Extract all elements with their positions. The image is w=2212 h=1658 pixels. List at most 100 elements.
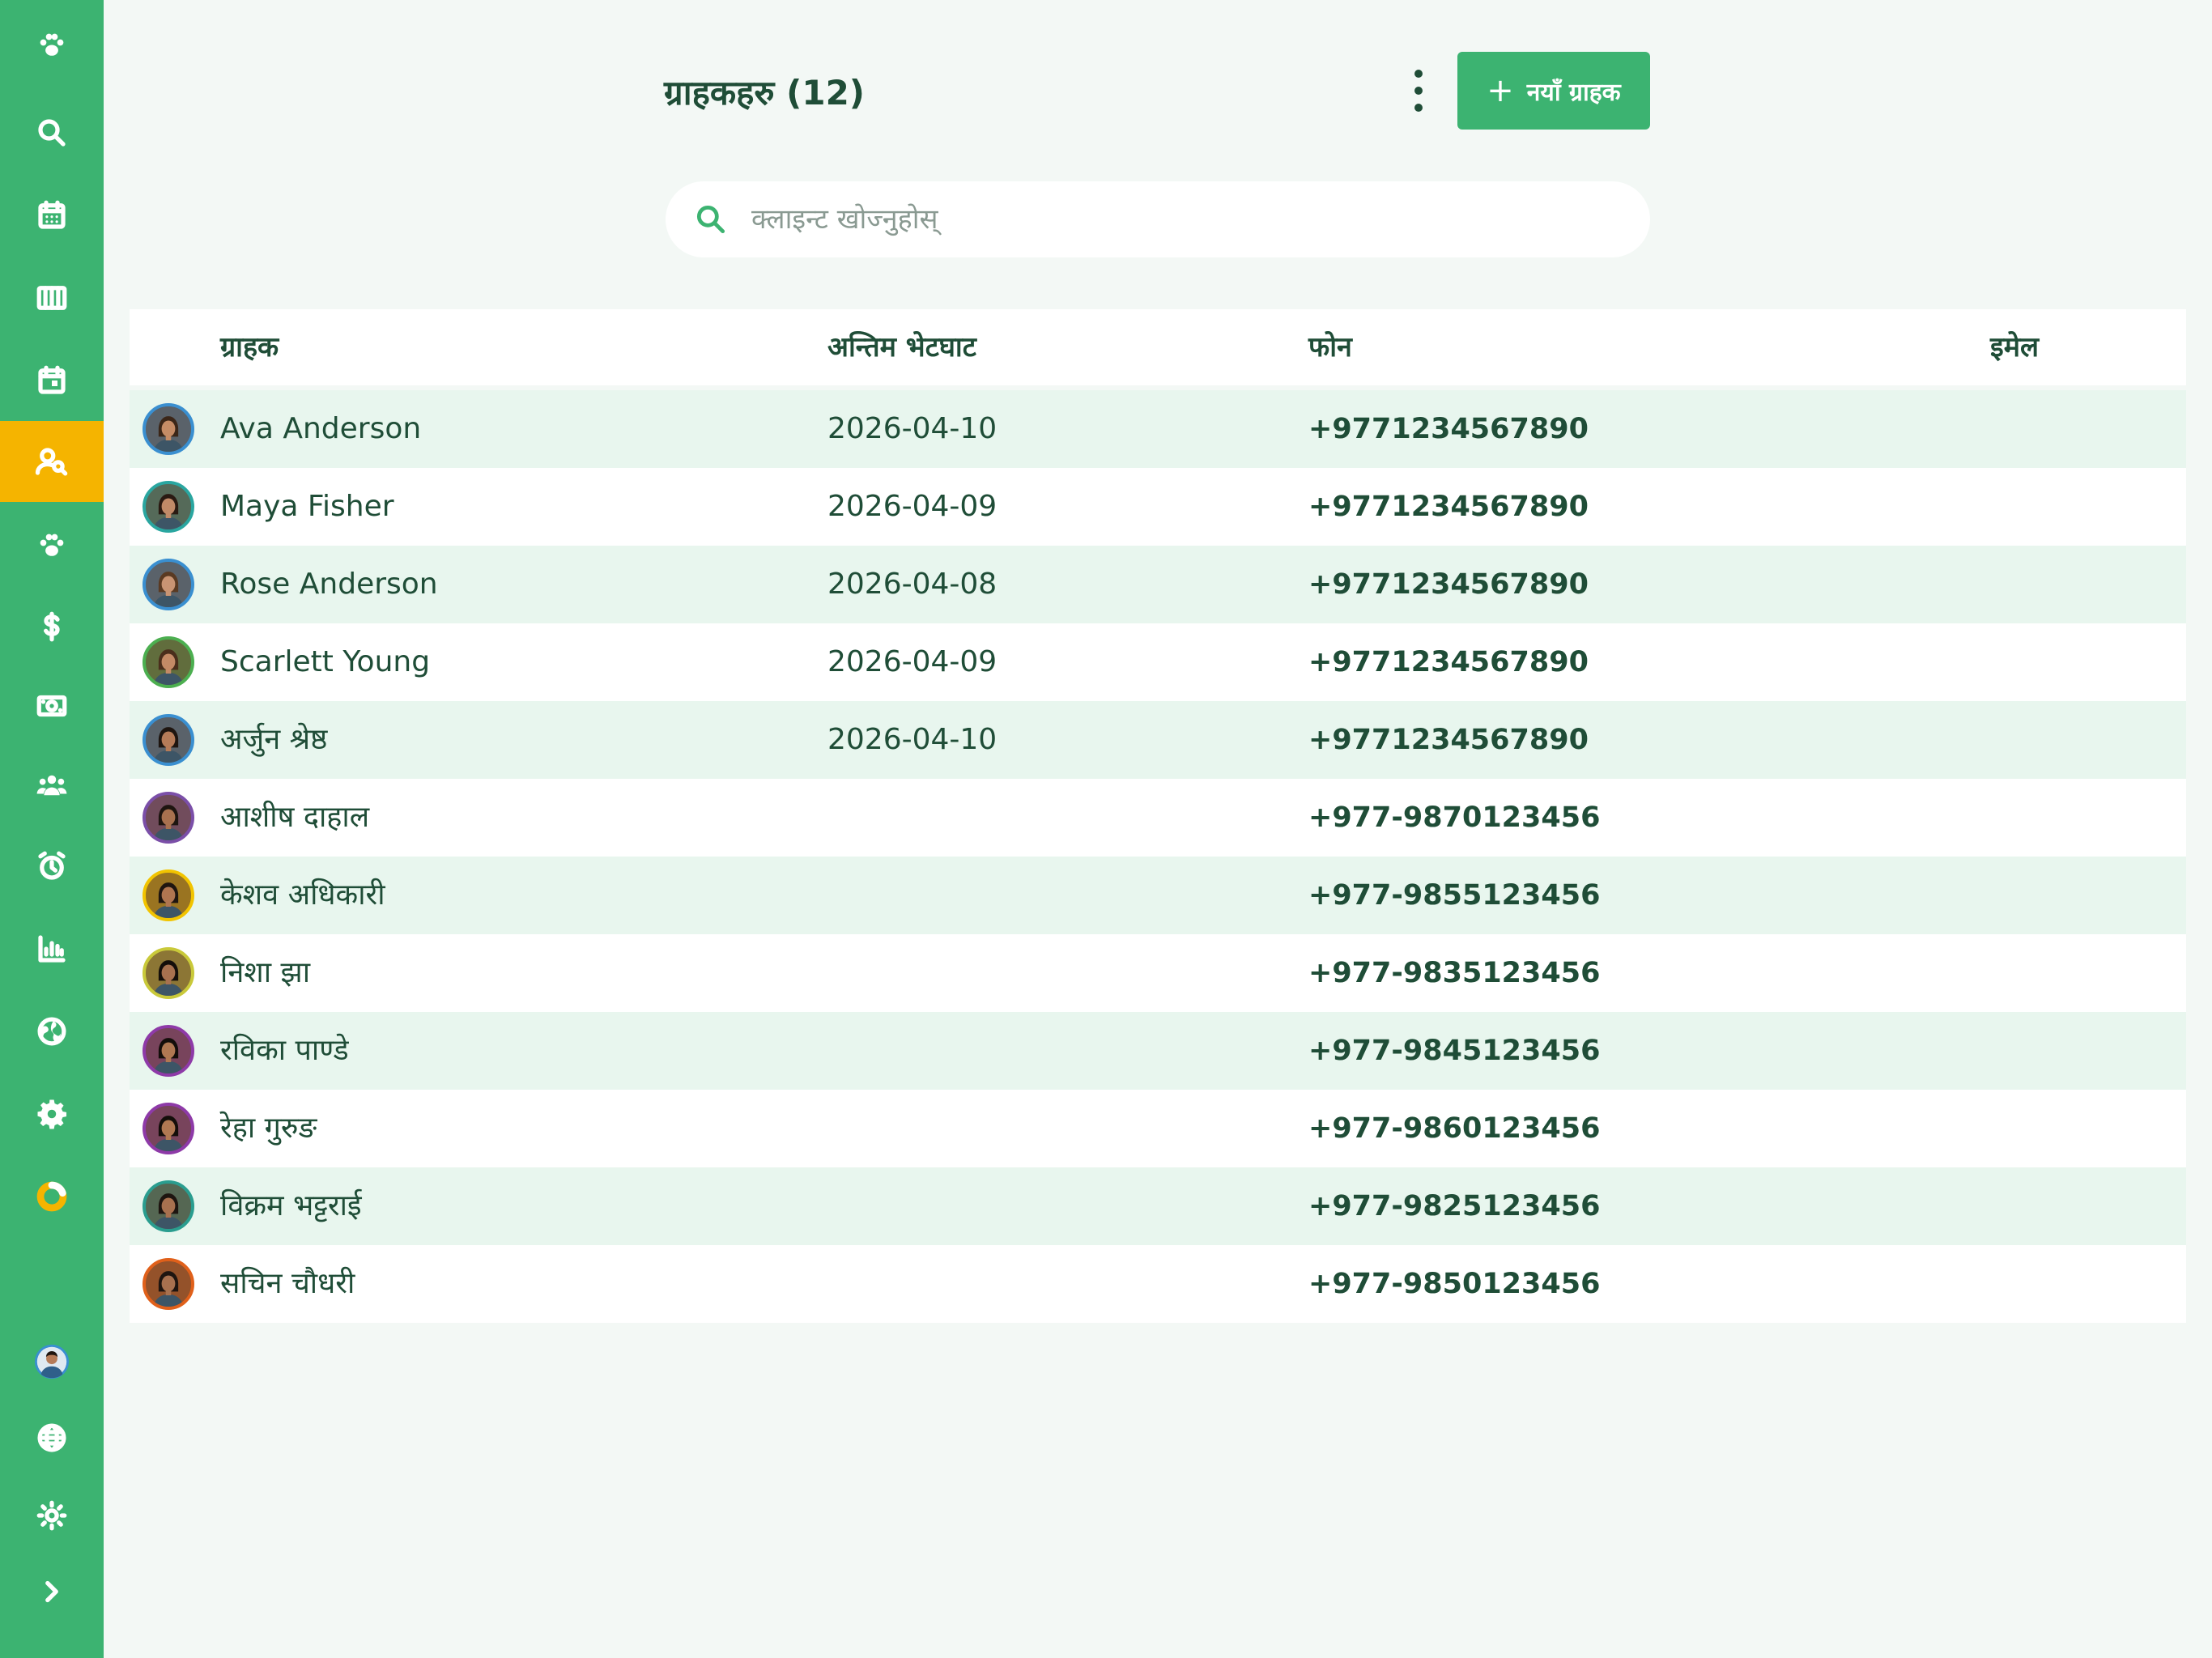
cash-icon <box>36 695 67 717</box>
table-row[interactable]: रविका पाण्डे +977-9845123456 <box>130 1012 2186 1090</box>
client-avatar <box>143 947 194 999</box>
client-avatar <box>143 559 194 610</box>
client-search-input[interactable] <box>750 202 1603 236</box>
client-avatar <box>143 1258 194 1310</box>
new-client-button[interactable]: + नयाँ ग्राहक <box>1457 52 1650 130</box>
sidebar-item-staff[interactable] <box>0 745 104 826</box>
column-header-phone[interactable]: फोन <box>1308 309 1352 385</box>
sidebar-item-clients[interactable] <box>0 421 104 502</box>
page-title: ग्राहकहरु (12) <box>664 73 866 113</box>
column-header-email[interactable]: इमेल <box>1990 309 2039 385</box>
sidebar-item-payments[interactable] <box>0 665 104 746</box>
sidebar-item-settings[interactable] <box>0 1073 104 1154</box>
table-row[interactable]: विक्रम भट्टराई +977-9825123456 <box>130 1167 2186 1245</box>
client-name: केशव अधिकारी <box>220 878 385 912</box>
client-avatar <box>143 869 194 921</box>
client-name: रेहा गुरुङ <box>220 1112 317 1145</box>
table-body: Ava Anderson 2026-04-10 +9771234567890 Maya… <box>130 390 2186 1323</box>
client-phone: +9771234567890 <box>1308 413 1589 445</box>
column-header-client[interactable]: ग्राहक <box>220 309 279 385</box>
sidebar-item-appointments[interactable] <box>0 340 104 421</box>
client-name: Maya Fisher <box>220 490 394 523</box>
client-phone: +977-9825123456 <box>1308 1190 1601 1222</box>
sidebar-user-avatar[interactable] <box>0 1321 104 1402</box>
sidebar-expand[interactable] <box>0 1551 104 1632</box>
last-visit-date: 2026-04-10 <box>827 723 998 756</box>
client-phone: +9771234567890 <box>1308 491 1589 523</box>
client-phone: +9771234567890 <box>1308 646 1589 678</box>
calendar-event-icon <box>38 365 66 394</box>
columns-icon <box>36 286 67 310</box>
client-avatar <box>143 1025 194 1077</box>
sidebar-item-board[interactable] <box>0 257 104 338</box>
table-row[interactable]: केशव अधिकारी +977-9855123456 <box>130 857 2186 934</box>
more-options-button[interactable] <box>1401 70 1436 112</box>
last-visit-date: 2026-04-10 <box>827 412 998 445</box>
last-visit-date: 2026-04-09 <box>827 490 998 523</box>
sidebar-item-website[interactable] <box>0 991 104 1072</box>
client-name: निशा झा <box>220 956 311 989</box>
last-visit-date: 2026-04-08 <box>827 568 998 601</box>
sidebar-item-reminders[interactable] <box>0 826 104 907</box>
language-globe-icon <box>37 1423 66 1452</box>
search-icon <box>38 119 66 147</box>
globe-icon <box>37 1017 66 1046</box>
calendar-grid-icon <box>38 200 66 229</box>
kebab-dot <box>1414 104 1423 112</box>
client-phone: +9771234567890 <box>1308 724 1589 756</box>
kebab-dot <box>1414 87 1423 95</box>
sidebar-item-search[interactable] <box>0 92 104 173</box>
dollar-icon <box>44 611 60 642</box>
table-row[interactable]: Rose Anderson 2026-04-08 +9771234567890 <box>130 546 2186 623</box>
client-avatar <box>143 636 194 688</box>
client-search-icon <box>35 448 68 476</box>
client-avatar <box>143 481 194 533</box>
client-name: आशीष दाहाल <box>220 801 370 834</box>
sidebar-language[interactable] <box>0 1397 104 1478</box>
sidebar-item-calendar[interactable] <box>0 175 104 256</box>
client-name: Scarlett Young <box>220 645 431 678</box>
group-icon <box>36 775 67 796</box>
search-icon <box>696 205 725 234</box>
alarm-clock-icon <box>38 851 66 880</box>
sidebar-item-pets[interactable] <box>0 505 104 586</box>
table-row[interactable]: निशा झा +977-9835123456 <box>130 934 2186 1012</box>
kebab-menu-icon <box>1414 70 1423 78</box>
client-search-bar[interactable] <box>666 181 1650 257</box>
sidebar-item-pets-home[interactable] <box>0 5 104 86</box>
client-phone: +977-9860123456 <box>1308 1112 1601 1145</box>
table-row[interactable]: Ava Anderson 2026-04-10 +9771234567890 <box>130 390 2186 468</box>
last-visit-date: 2026-04-09 <box>827 645 998 678</box>
user-avatar-icon <box>34 1344 70 1380</box>
table-row[interactable]: Maya Fisher 2026-04-09 +9771234567890 <box>130 468 2186 546</box>
table-header: ग्राहक अन्तिम भेटघाट फोन इमेल <box>130 309 2186 390</box>
paw-icon <box>40 534 64 556</box>
new-client-label: नयाँ ग्राहक <box>1526 78 1621 107</box>
table-row[interactable]: सचिन चौधरी +977-9850123456 <box>130 1245 2186 1323</box>
chevron-right-icon <box>45 1580 58 1603</box>
plus-icon: + <box>1487 72 1514 109</box>
sidebar-item-progress[interactable] <box>0 1156 104 1237</box>
client-name: अर्जुन श्रेष्ठ <box>220 723 328 756</box>
table-row[interactable]: Scarlett Young 2026-04-09 +9771234567890 <box>130 623 2186 701</box>
column-header-last-visit[interactable]: अन्तिम भेटघाट <box>827 309 976 385</box>
table-row[interactable]: अर्जुन श्रेष्ठ 2026-04-10 +9771234567890 <box>130 701 2186 779</box>
client-avatar <box>143 792 194 844</box>
client-phone: +977-9855123456 <box>1308 879 1601 912</box>
client-avatar <box>143 714 194 766</box>
client-name: रविका पाण्डे <box>220 1034 349 1067</box>
sidebar-theme-toggle[interactable] <box>0 1475 104 1556</box>
bar-chart-icon <box>38 935 66 963</box>
sidebar-item-reports[interactable] <box>0 908 104 989</box>
paw-icon <box>40 33 64 56</box>
table-row[interactable]: रेहा गुरुङ +977-9860123456 <box>130 1090 2186 1167</box>
client-name: विक्रम भट्टराई <box>220 1189 362 1222</box>
sidebar <box>0 0 104 1658</box>
client-phone: +977-9850123456 <box>1308 1268 1601 1300</box>
client-avatar <box>143 1103 194 1154</box>
client-phone: +977-9845123456 <box>1308 1035 1601 1067</box>
client-avatar <box>143 1180 194 1232</box>
brightness-icon <box>36 1500 67 1531</box>
sidebar-item-billing[interactable] <box>0 586 104 667</box>
table-row[interactable]: आशीष दाहाल +977-9870123456 <box>130 779 2186 857</box>
